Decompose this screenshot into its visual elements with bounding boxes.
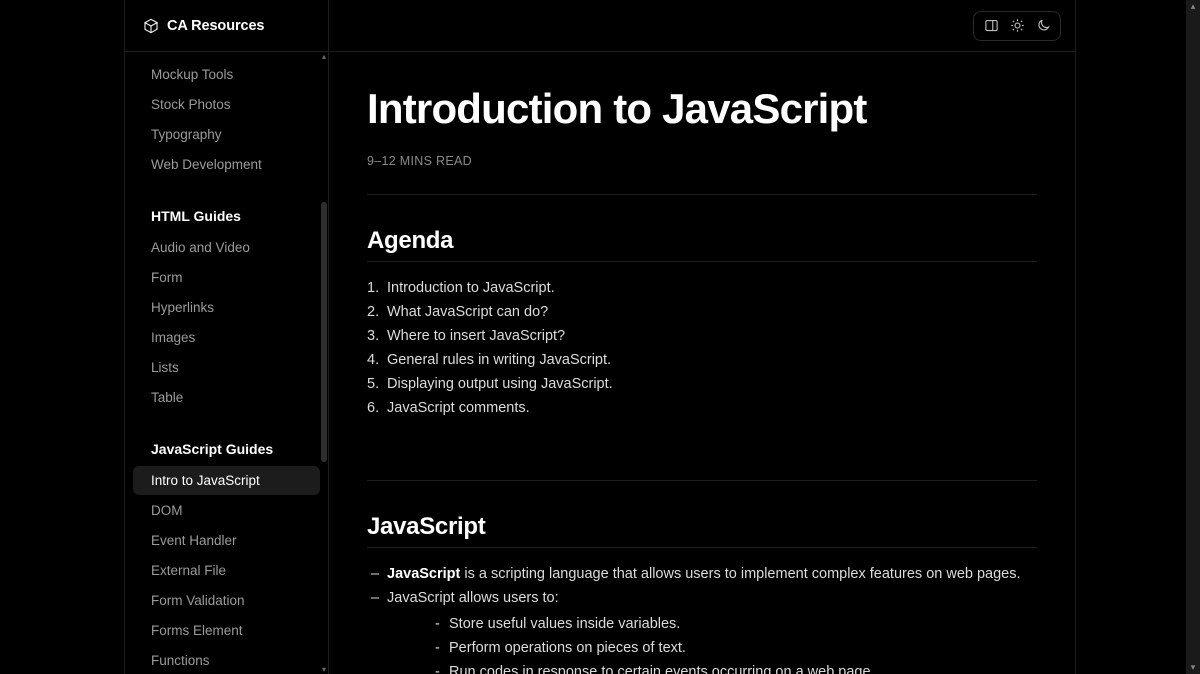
agenda-list: Introduction to JavaScript. What JavaScr…: [367, 276, 1037, 420]
panel-icon: [984, 18, 999, 33]
scroll-up-icon: ▴: [322, 52, 326, 61]
sidebar-item-mockup-tools[interactable]: Mockup Tools: [133, 60, 320, 89]
sidebar-item-stock-photos[interactable]: Stock Photos: [133, 90, 320, 119]
brand-row[interactable]: CA Resources: [125, 0, 328, 52]
list-item: Perform operations on pieces of text.: [429, 636, 1037, 660]
list-item: Run codes in response to certain events …: [429, 660, 1037, 674]
read-time: 9–12 MINS READ: [367, 154, 1037, 168]
sidebar-item-hyperlinks[interactable]: Hyperlinks: [133, 293, 320, 322]
sidebar-item-lists[interactable]: Lists: [133, 353, 320, 382]
theme-switcher: [973, 11, 1061, 41]
js-bullets: JavaScript is a scripting language that …: [367, 562, 1037, 674]
light-mode-button[interactable]: [1004, 13, 1030, 39]
scroll-down-icon: ▾: [1191, 663, 1196, 672]
sidebar-heading-js-guides: JavaScript Guides: [133, 434, 320, 464]
panel-toggle-button[interactable]: [978, 13, 1004, 39]
list-item: JavaScript is a scripting language that …: [367, 562, 1037, 586]
javascript-heading: JavaScript: [367, 513, 1037, 548]
sidebar-item-typography[interactable]: Typography: [133, 120, 320, 149]
sun-icon: [1010, 18, 1025, 33]
sidebar-heading-html-guides: HTML Guides: [133, 201, 320, 231]
scroll-up-icon: ▴: [1191, 2, 1196, 11]
agenda-item: Introduction to JavaScript.: [367, 276, 1037, 300]
window-scrollbar[interactable]: ▴ ▾: [1186, 0, 1200, 674]
sidebar-item-audio-and-video[interactable]: Audio and Video: [133, 233, 320, 262]
sidebar-item-event-handler[interactable]: Event Handler: [133, 526, 320, 555]
list-item: Store useful values inside variables.: [429, 612, 1037, 636]
list-item: JavaScript allows users to: Store useful…: [367, 586, 1037, 674]
agenda-item: What JavaScript can do?: [367, 300, 1037, 324]
agenda-item: Displaying output using JavaScript.: [367, 372, 1037, 396]
sidebar-item-intro-to-javascript[interactable]: Intro to JavaScript: [133, 466, 320, 495]
sidebar-item-dom[interactable]: DOM: [133, 496, 320, 525]
javascript-section: JavaScript JavaScript is a scripting lan…: [367, 481, 1037, 674]
sidebar-item-forms-element[interactable]: Forms Element: [133, 616, 320, 645]
scroll-thumb[interactable]: [321, 202, 327, 462]
agenda-item: Where to insert JavaScript?: [367, 324, 1037, 348]
main-content: Introduction to JavaScript 9–12 MINS REA…: [329, 0, 1075, 674]
sidebar-scrollbar[interactable]: ▴ ▾: [320, 52, 328, 674]
text: JavaScript allows users to:: [387, 590, 559, 606]
page-title: Introduction to JavaScript: [367, 86, 1037, 132]
sidebar-item-form-validation[interactable]: Form Validation: [133, 586, 320, 615]
moon-icon: [1036, 18, 1051, 33]
sidebar-item-table[interactable]: Table: [133, 383, 320, 412]
sidebar-item-web-development[interactable]: Web Development: [133, 150, 320, 179]
brand-title: CA Resources: [167, 18, 264, 34]
agenda-item: JavaScript comments.: [367, 396, 1037, 420]
cube-icon: [143, 18, 159, 34]
topbar: [329, 0, 1075, 52]
sidebar-item-functions[interactable]: Functions: [133, 646, 320, 674]
sidebar-item-external-file[interactable]: External File: [133, 556, 320, 585]
sidebar-item-images[interactable]: Images: [133, 323, 320, 352]
js-sub-bullets: Store useful values inside variables. Pe…: [429, 612, 1037, 674]
text: is a scripting language that allows user…: [460, 566, 1020, 582]
scroll-down-icon: ▾: [322, 665, 326, 674]
agenda-item: General rules in writing JavaScript.: [367, 348, 1037, 372]
agenda-heading: Agenda: [367, 227, 1037, 262]
sidebar-item-form[interactable]: Form: [133, 263, 320, 292]
agenda-section: Agenda Introduction to JavaScript. What …: [367, 195, 1037, 454]
bold-text: JavaScript: [387, 566, 460, 582]
sidebar-nav: Mockup Tools Stock Photos Typography Web…: [125, 52, 328, 674]
sidebar: CA Resources Mockup Tools Stock Photos T…: [125, 0, 329, 674]
dark-mode-button[interactable]: [1030, 13, 1056, 39]
